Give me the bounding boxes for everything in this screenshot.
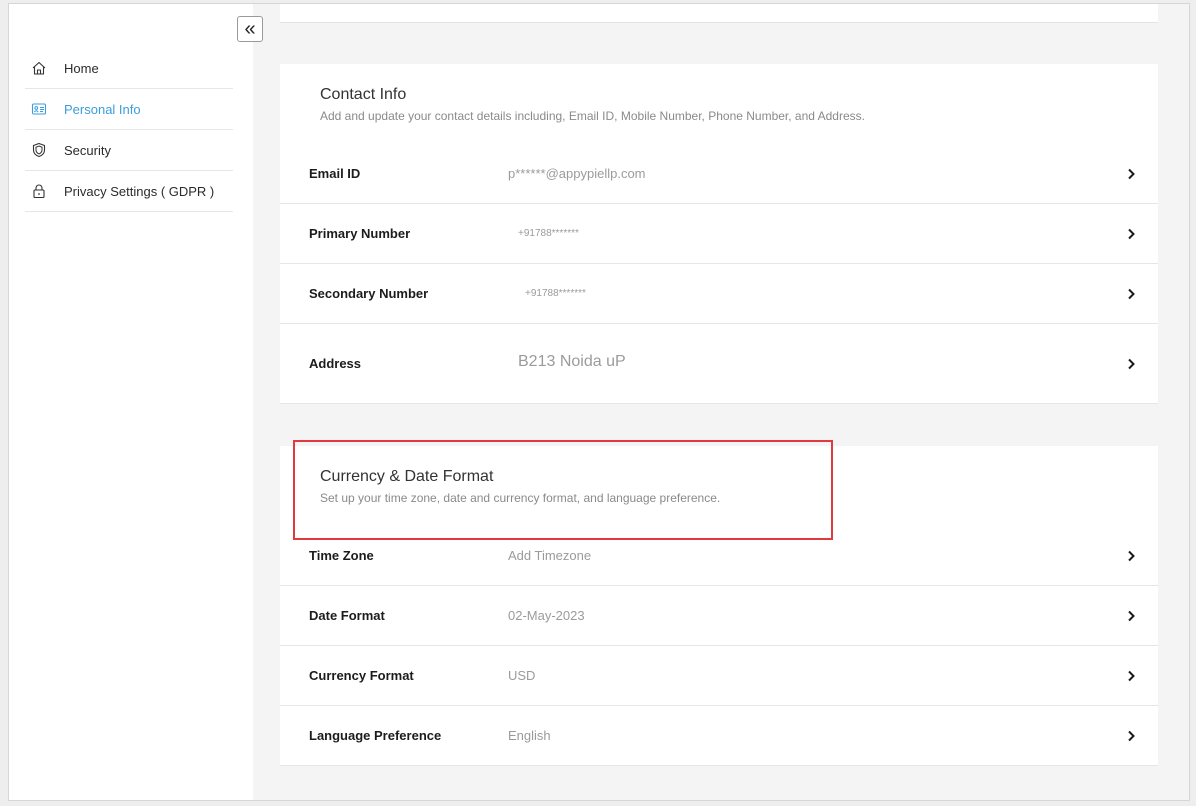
- row-value: English: [508, 728, 551, 743]
- currency-date-card: Currency & Date Format Set up your time …: [280, 446, 1158, 766]
- row-value: Add Timezone: [508, 548, 592, 563]
- row-label: Secondary Number: [309, 286, 429, 301]
- row-label: Date Format: [309, 608, 385, 623]
- contact-info-title: Contact Info: [320, 86, 407, 103]
- lock-icon: [31, 183, 47, 199]
- row-value: B213 Noida uP: [518, 353, 626, 370]
- chevron-right-icon: [1128, 288, 1135, 299]
- currency-date-subtitle: Set up your time zone, date and currency…: [320, 491, 721, 505]
- sidebar-item-label: Personal Info: [64, 101, 141, 117]
- contact-info-subtitle: Add and update your contact details incl…: [320, 109, 865, 123]
- time-zone-row[interactable]: Time Zone Add Timezone: [280, 526, 1158, 586]
- row-label: Time Zone: [309, 548, 374, 563]
- row-value: +91788*******: [518, 228, 579, 239]
- chevron-right-icon: [1128, 610, 1135, 621]
- row-label: Currency Format: [309, 668, 414, 683]
- sidebar-item-label: Home: [64, 60, 99, 76]
- previous-section-bottom: [280, 4, 1158, 23]
- email-row[interactable]: Email ID p******@appypiellp.com: [280, 144, 1158, 204]
- sidebar-item-privacy-settings[interactable]: Privacy Settings ( GDPR ): [25, 171, 233, 212]
- row-value: USD: [508, 668, 536, 683]
- sidebar-item-personal-info[interactable]: Personal Info: [25, 89, 233, 130]
- primary-number-row[interactable]: Primary Number +91788*******: [280, 204, 1158, 264]
- currency-date-header: Currency & Date Format Set up your time …: [280, 446, 1158, 526]
- sidebar-item-label: Security: [64, 142, 111, 158]
- double-chevron-left-icon: «: [244, 18, 256, 40]
- chevron-right-icon: [1128, 168, 1135, 179]
- date-format-row[interactable]: Date Format 02-May-2023: [280, 586, 1158, 646]
- row-label: Primary Number: [309, 226, 411, 241]
- contact-info-header: Contact Info Add and update your contact…: [280, 64, 1158, 144]
- chevron-right-icon: [1128, 550, 1135, 561]
- currency-format-row[interactable]: Currency Format USD: [280, 646, 1158, 706]
- row-label: Email ID: [309, 166, 361, 181]
- row-label: Address: [309, 356, 362, 371]
- chevron-right-icon: [1128, 730, 1135, 741]
- shield-icon: [31, 142, 47, 158]
- chevron-right-icon: [1128, 670, 1135, 681]
- row-value: 02-May-2023: [508, 608, 585, 623]
- chevron-right-icon: [1128, 228, 1135, 239]
- sidebar-item-security[interactable]: Security: [25, 130, 233, 171]
- row-label: Language Preference: [309, 728, 442, 743]
- contact-info-card: Contact Info Add and update your contact…: [280, 64, 1158, 404]
- sidebar-item-label: Privacy Settings ( GDPR ): [64, 183, 215, 199]
- collapse-sidebar-button[interactable]: «: [237, 16, 263, 42]
- home-icon: [31, 60, 47, 76]
- currency-date-title: Currency & Date Format: [320, 468, 494, 485]
- sidebar-nav: Home Personal Info Security Privacy Sett…: [25, 48, 233, 212]
- address-row[interactable]: Address B213 Noida uP: [280, 324, 1158, 404]
- row-value: +91788*******: [525, 288, 586, 299]
- language-preference-row[interactable]: Language Preference English: [280, 706, 1158, 766]
- id-card-icon: [31, 101, 47, 117]
- sidebar-item-home[interactable]: Home: [25, 48, 233, 89]
- row-value: p******@appypiellp.com: [508, 166, 646, 181]
- secondary-number-row[interactable]: Secondary Number +91788*******: [280, 264, 1158, 324]
- sidebar: Home Personal Info Security Privacy Sett…: [9, 4, 253, 800]
- app-window: Home Personal Info Security Privacy Sett…: [8, 3, 1190, 801]
- chevron-right-icon: [1128, 358, 1135, 369]
- main-content: Contact Info Add and update your contact…: [253, 4, 1189, 800]
